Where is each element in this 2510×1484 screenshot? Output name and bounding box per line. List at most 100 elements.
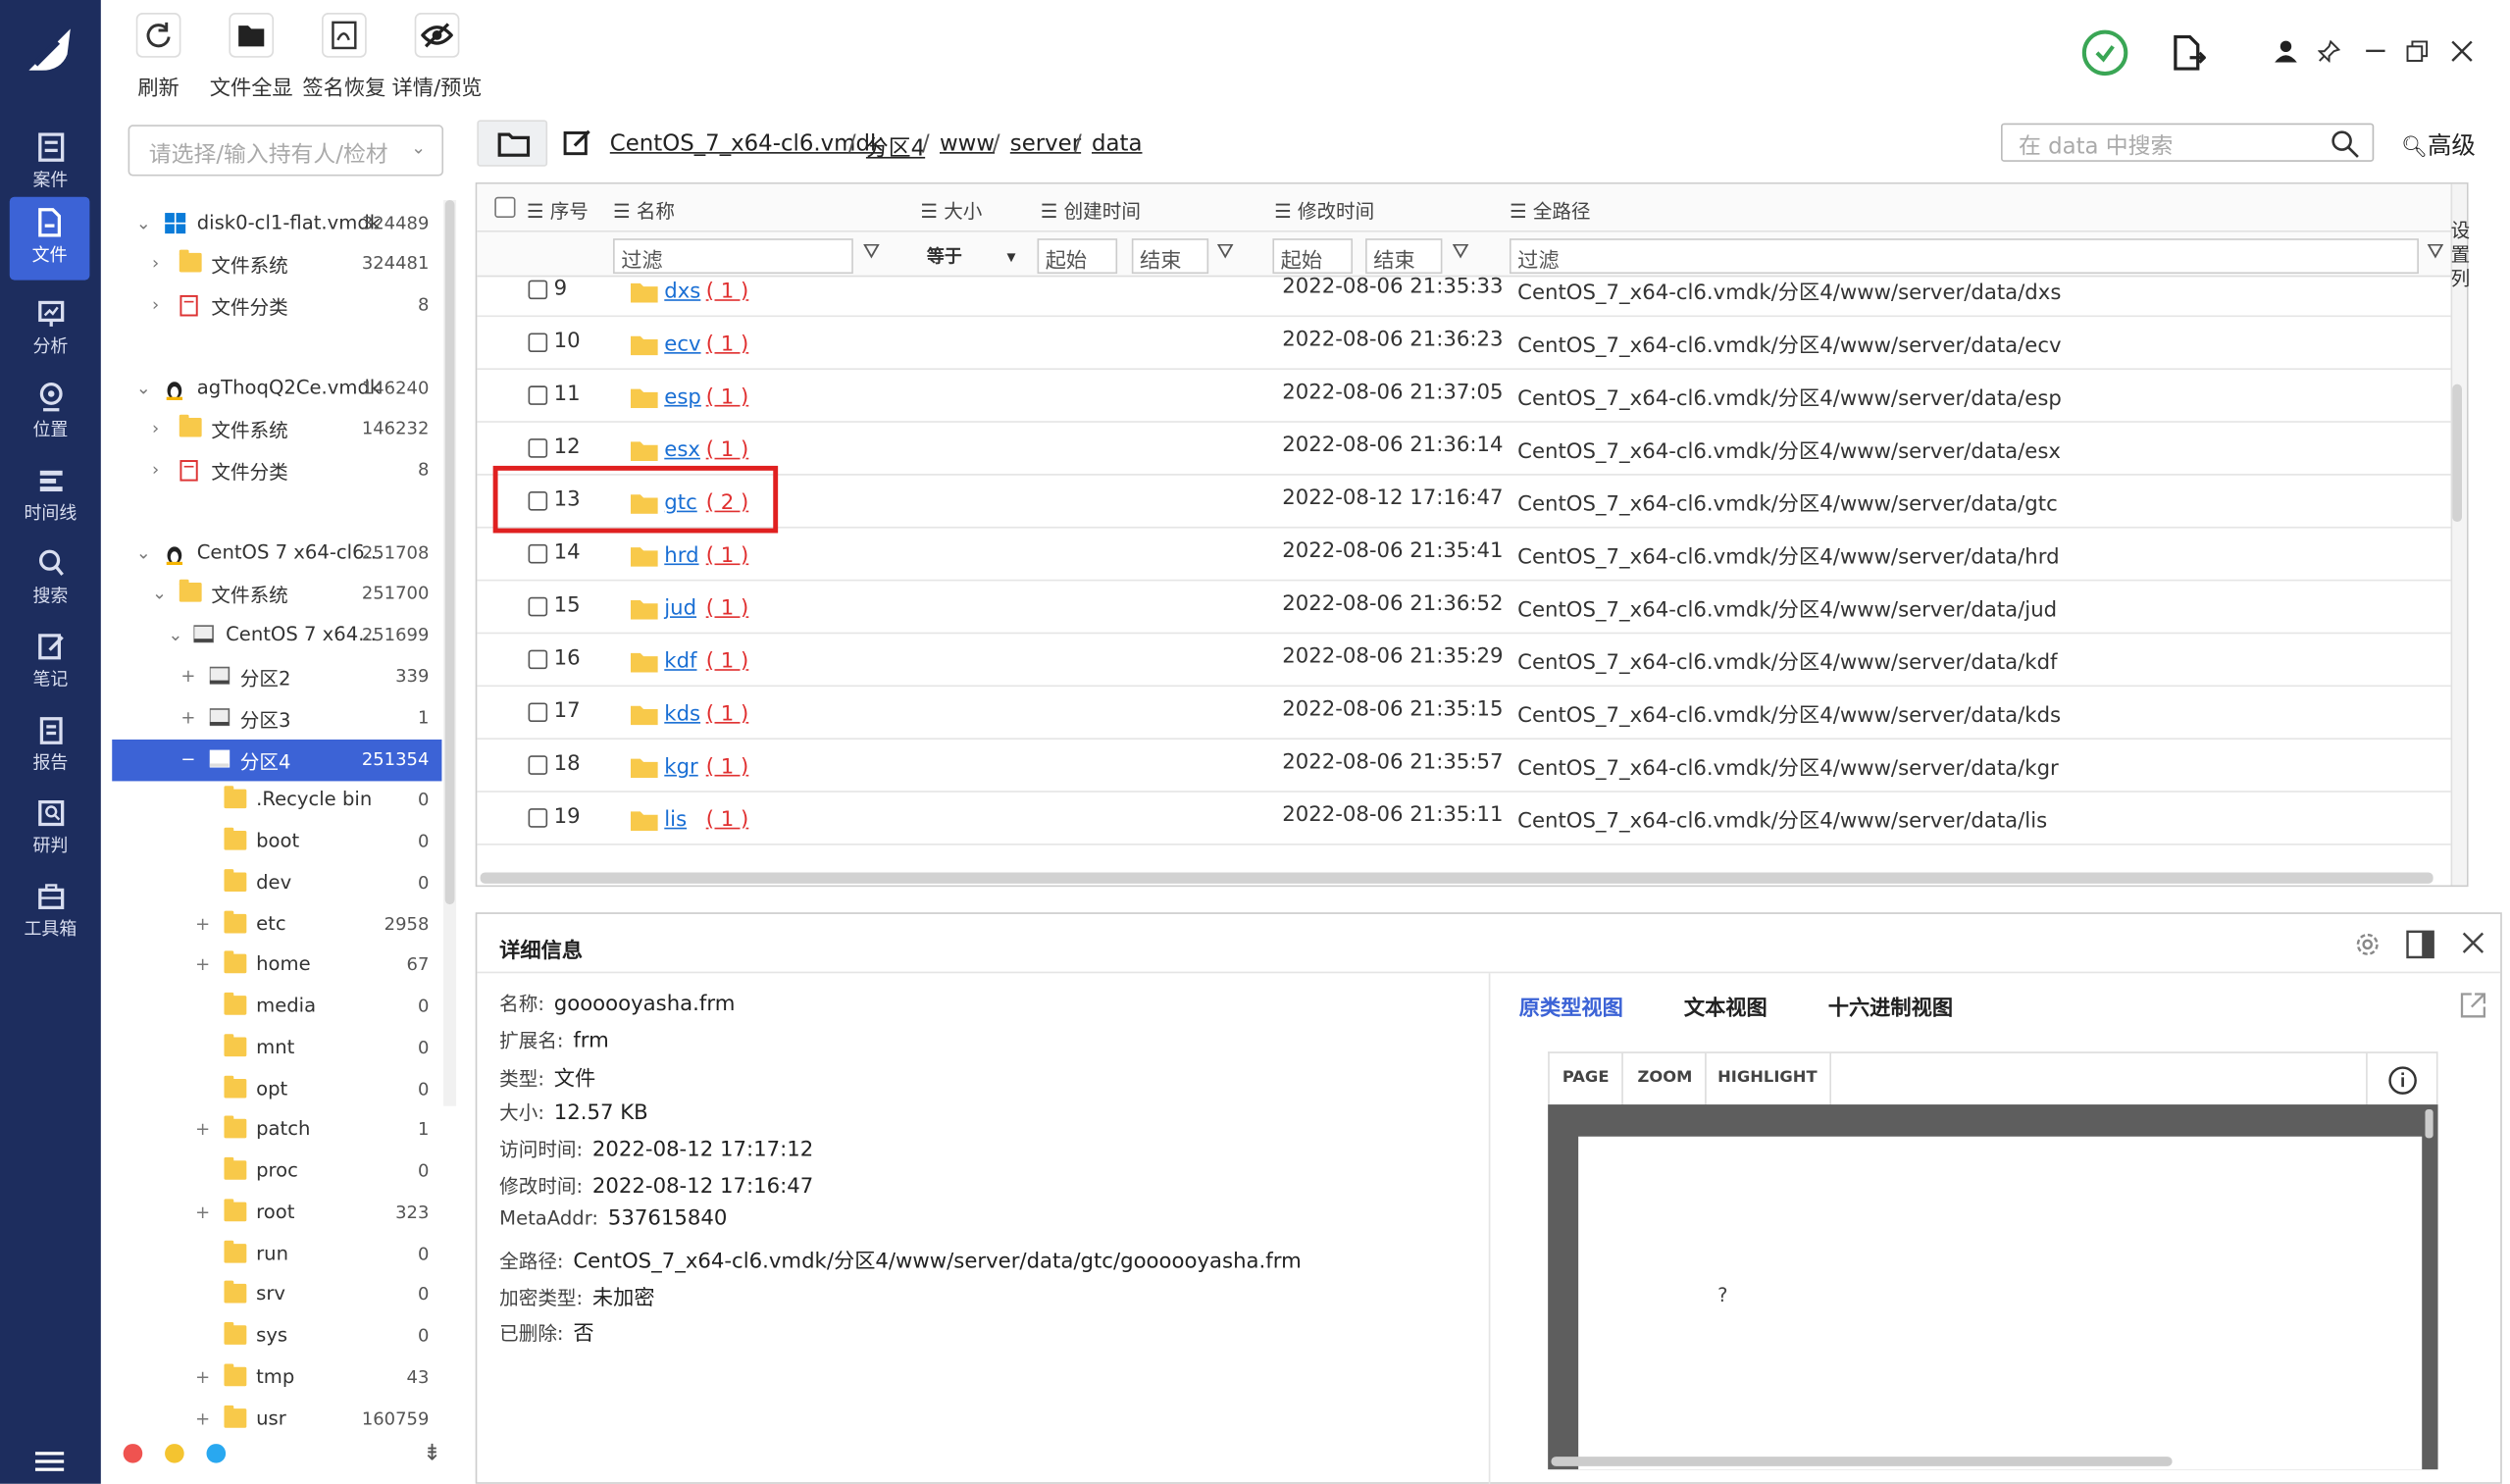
select-all-checkbox[interactable]: [494, 196, 516, 218]
row-checkbox[interactable]: [528, 808, 548, 828]
tree-node[interactable]: › 文件系统 146232: [112, 408, 441, 449]
tree-node[interactable]: › 文件系统 324481: [112, 243, 441, 284]
close-panel-icon[interactable]: [2462, 932, 2484, 954]
col-name[interactable]: ☰ 名称: [613, 197, 675, 225]
chevron-icon[interactable]: ⌄: [168, 624, 182, 644]
tree-scrollbar[interactable]: [443, 200, 457, 1106]
tree-node[interactable]: + etc 2958: [112, 904, 441, 946]
row-child-count[interactable]: ( 1 ): [706, 650, 749, 674]
nav-analysis[interactable]: 分析: [0, 288, 101, 372]
advanced-search-button[interactable]: 🔍︎高级: [2401, 128, 2476, 162]
breadcrumb-item[interactable]: www: [940, 131, 995, 157]
row-checkbox[interactable]: [528, 596, 548, 617]
filter-icon[interactable]: ⛛: [1452, 240, 1469, 264]
tree-node[interactable]: + 分区2 339: [112, 656, 441, 697]
row-checkbox[interactable]: [528, 543, 548, 564]
show-all-files-button[interactable]: 文件全显: [203, 13, 299, 101]
breadcrumb-item[interactable]: 分区4: [866, 131, 925, 164]
tree-node[interactable]: boot 0: [112, 821, 441, 862]
nav-file[interactable]: 文件: [9, 196, 90, 281]
expand-icon[interactable]: +: [195, 1367, 210, 1388]
expand-icon[interactable]: +: [195, 1119, 210, 1140]
chevron-icon[interactable]: ›: [152, 294, 159, 315]
filter-icon[interactable]: ⛛: [1216, 240, 1234, 264]
row-checkbox[interactable]: [528, 755, 548, 775]
user-icon[interactable]: [2275, 40, 2297, 63]
chevron-icon[interactable]: ⌄: [152, 583, 167, 603]
tree-node[interactable]: + tmp 43: [112, 1357, 441, 1399]
row-child-count[interactable]: ( 1 ): [706, 438, 749, 462]
close-window-icon[interactable]: [2451, 40, 2474, 63]
tree-node[interactable]: media 0: [112, 986, 441, 1027]
chevron-icon[interactable]: ›: [152, 253, 159, 274]
row-name-link[interactable]: kds: [664, 702, 700, 726]
tab-hex-view[interactable]: 十六进制视图: [1828, 991, 1953, 1021]
tree-node[interactable]: + root 323: [112, 1193, 441, 1234]
modified-start-input[interactable]: 起始: [1272, 238, 1354, 275]
row-name-link[interactable]: kgr: [664, 755, 697, 779]
breadcrumb-item[interactable]: CentOS_7_x64-cl6.vmdk: [610, 131, 883, 157]
col-size[interactable]: ☰ 大小: [920, 197, 982, 225]
nav-judge[interactable]: 研判: [0, 788, 101, 871]
row-name-link[interactable]: lis: [664, 808, 687, 832]
tree-node[interactable]: proc 0: [112, 1151, 441, 1192]
chevron-icon[interactable]: ⌄: [136, 213, 151, 233]
shield-status-icon[interactable]: [2081, 28, 2129, 77]
row-checkbox[interactable]: [528, 385, 548, 405]
row-name-link[interactable]: esp: [664, 385, 701, 409]
fullpath-filter-input[interactable]: 过滤: [1509, 238, 2419, 275]
nav-location[interactable]: 位置: [0, 372, 101, 455]
tree-node[interactable]: ⌄ 文件系统 251700: [112, 573, 441, 614]
tree-node[interactable]: › 文件分类 8: [112, 284, 441, 326]
grid-vscroll-thumb[interactable]: [2452, 384, 2463, 523]
tree-node[interactable]: + 分区3 1: [112, 698, 441, 740]
restore-icon[interactable]: [2406, 40, 2429, 63]
nav-timeline[interactable]: 时间线: [0, 454, 101, 537]
chevron-icon[interactable]: ⌄: [136, 542, 151, 563]
tree-node[interactable]: srv 0: [112, 1274, 441, 1315]
table-row[interactable]: 16 kdf ( 1 ) 2022-08-06 21:35:29 CentOS_7_x6…: [477, 634, 2451, 688]
row-name-link[interactable]: dxs: [664, 281, 700, 304]
preview-hscroll[interactable]: [1551, 1457, 2173, 1466]
tree-node[interactable]: + usr 160759: [112, 1399, 441, 1440]
filter-icon[interactable]: ⛛: [863, 240, 881, 264]
table-row[interactable]: 11 esp( 1 ) 2022-08-06 21:37:05 CentOS_7_x6…: [477, 370, 2451, 423]
highlight-button[interactable]: HIGHLIGHT: [1705, 1052, 1832, 1106]
settings-column-button[interactable]: 设置列: [2450, 183, 2470, 886]
row-name-link[interactable]: hrd: [664, 544, 698, 568]
col-modified[interactable]: ☰ 修改时间: [1274, 197, 1374, 225]
edit-path-icon[interactable]: [563, 128, 591, 157]
tree-node[interactable]: opt 0: [112, 1069, 441, 1110]
tree-node[interactable]: ⌄ CentOS 7 x64-cl6... 251708: [112, 533, 441, 574]
table-row[interactable]: 15 jud ( 1 ) 2022-08-06 21:36:52 CentOS_7_x6…: [477, 581, 2451, 635]
row-child-count[interactable]: ( 1 ): [706, 808, 749, 832]
expand-icon[interactable]: +: [195, 954, 210, 975]
nav-search[interactable]: 搜索: [0, 537, 101, 621]
zoom-button[interactable]: ZOOM: [1624, 1052, 1708, 1106]
nav-notes[interactable]: 笔记: [0, 621, 101, 704]
row-name-link[interactable]: ecv: [664, 333, 700, 356]
row-checkbox[interactable]: [528, 333, 548, 353]
holder-select-input[interactable]: 请选择/输入持有人/检材 ⌄: [128, 125, 444, 177]
table-row[interactable]: 14 hrd ( 1 ) 2022-08-06 21:35:41 CentOS_7_x6…: [477, 529, 2451, 582]
table-row[interactable]: 9 dxs ( 1 ) 2022-08-06 21:35:33 CentOS_7_x64…: [477, 277, 2451, 318]
tab-native-view[interactable]: 原类型视图: [1519, 991, 1623, 1021]
tree-node[interactable]: .Recycle bin 0: [112, 780, 441, 821]
external-open-icon[interactable]: [2459, 991, 2487, 1019]
tree-node[interactable]: › 文件分类 8: [112, 450, 441, 491]
grid-hscroll-thumb[interactable]: [480, 872, 2433, 884]
row-name-link[interactable]: esx: [664, 438, 700, 462]
refresh-button[interactable]: 刷新: [124, 13, 194, 101]
tree-node[interactable]: dev 0: [112, 863, 441, 904]
split-view-icon[interactable]: [2406, 930, 2434, 959]
pin-icon[interactable]: [2318, 39, 2340, 63]
col-no[interactable]: ☰ 序号: [527, 197, 589, 225]
row-child-count[interactable]: ( 1 ): [706, 281, 749, 304]
nav-report[interactable]: 报告: [0, 704, 101, 788]
table-row[interactable]: 19 lis ( 1 ) 2022-08-06 21:35:11 CentOS_7_x6…: [477, 793, 2451, 845]
page-button[interactable]: PAGE: [1550, 1052, 1624, 1106]
row-name-link[interactable]: jud: [664, 597, 696, 621]
modified-end-input[interactable]: 结束: [1365, 238, 1443, 275]
table-row[interactable]: 18 kgr ( 1 ) 2022-08-06 21:35:57 CentOS_7_x6…: [477, 740, 2451, 793]
settings-gear-icon[interactable]: [2353, 930, 2382, 958]
